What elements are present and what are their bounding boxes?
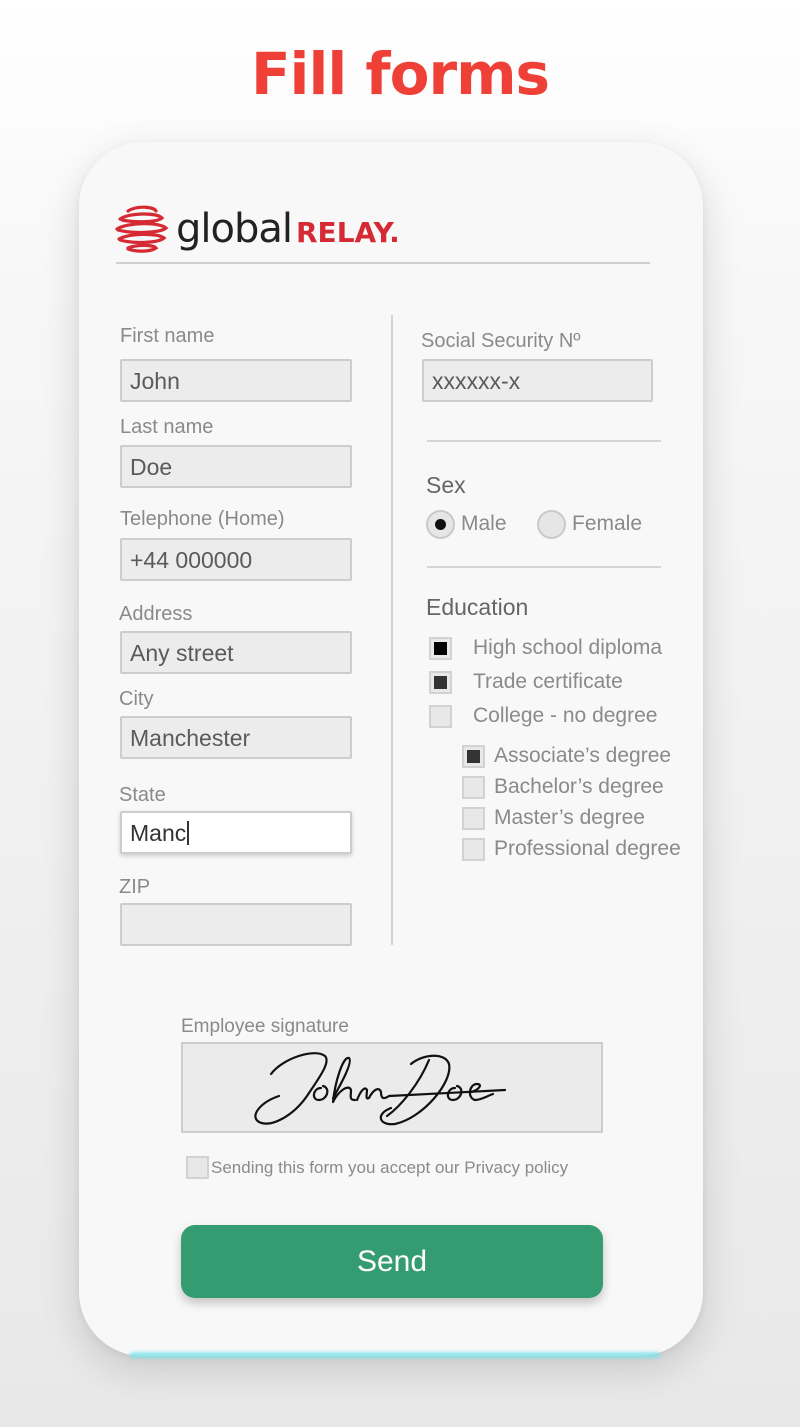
checkbox-check-mark xyxy=(434,642,447,655)
education-highschool-checkbox[interactable] xyxy=(429,637,452,660)
brand-logo: global RELAY. xyxy=(114,200,400,258)
zip-label: ZIP xyxy=(119,876,151,898)
card-glow xyxy=(130,1352,660,1358)
degree-master-checkbox[interactable] xyxy=(462,807,485,830)
radio-selected-dot xyxy=(435,519,446,530)
sex-divider xyxy=(427,566,661,568)
globe-logo-icon xyxy=(115,205,169,253)
degree-professional-checkbox[interactable] xyxy=(462,838,485,861)
first-name-input[interactable]: John xyxy=(120,359,352,402)
signature-label: Employee signature xyxy=(181,1016,349,1037)
page-headline: Fill forms xyxy=(250,40,550,108)
last-name-label: Last name xyxy=(120,416,214,438)
header-divider xyxy=(116,262,650,264)
ssn-label: Social Security Nº xyxy=(421,330,581,352)
degree-professional-label[interactable]: Professional degree xyxy=(494,837,681,861)
checkbox-check-mark xyxy=(434,676,447,689)
sex-title: Sex xyxy=(426,472,466,498)
zip-input[interactable] xyxy=(120,903,352,946)
ssn-input[interactable]: xxxxxx-x xyxy=(422,359,653,402)
telephone-input[interactable]: +44 000000 xyxy=(120,538,352,581)
state-label: State xyxy=(119,784,166,806)
sex-male-label[interactable]: Male xyxy=(461,512,507,536)
signature-pad[interactable] xyxy=(181,1042,603,1133)
degree-associate-label[interactable]: Associate’s degree xyxy=(494,744,671,768)
city-input[interactable]: Manchester xyxy=(120,716,352,759)
sex-female-label[interactable]: Female xyxy=(572,512,642,536)
degree-bachelor-checkbox[interactable] xyxy=(462,776,485,799)
degree-bachelor-label[interactable]: Bachelor’s degree xyxy=(494,775,664,799)
city-label: City xyxy=(119,688,154,710)
education-trade-checkbox[interactable] xyxy=(429,671,452,694)
sex-male-radio[interactable] xyxy=(426,510,455,539)
ssn-divider xyxy=(427,440,661,442)
education-highschool-label[interactable]: High school diploma xyxy=(473,636,662,660)
state-input[interactable]: Manc xyxy=(120,811,352,854)
checkbox-check-mark xyxy=(467,750,480,763)
education-college-label[interactable]: College - no degree xyxy=(473,704,657,728)
sex-female-radio[interactable] xyxy=(537,510,566,539)
telephone-label: Telephone (Home) xyxy=(120,508,285,530)
column-divider xyxy=(391,315,393,945)
first-name-label: First name xyxy=(120,325,215,347)
degree-associate-checkbox[interactable] xyxy=(462,745,485,768)
brand-wordmark: global RELAY. xyxy=(176,206,400,252)
handwritten-signature xyxy=(254,1052,507,1126)
brand-word-global: global xyxy=(176,206,293,252)
brand-word-relay: RELAY. xyxy=(296,216,400,249)
state-input-value: Manc xyxy=(130,820,187,846)
privacy-checkbox[interactable] xyxy=(186,1156,209,1179)
address-label: Address xyxy=(119,603,193,625)
education-trade-label[interactable]: Trade certificate xyxy=(473,670,623,694)
education-title: Education xyxy=(426,594,529,620)
privacy-text[interactable]: Sending this form you accept our Privacy… xyxy=(211,1158,568,1178)
last-name-input[interactable]: Doe xyxy=(120,445,352,488)
text-caret xyxy=(187,821,190,845)
degree-master-label[interactable]: Master’s degree xyxy=(494,806,645,830)
education-college-checkbox[interactable] xyxy=(429,705,452,728)
send-button[interactable]: Send xyxy=(181,1225,603,1298)
address-input[interactable]: Any street xyxy=(120,631,352,674)
